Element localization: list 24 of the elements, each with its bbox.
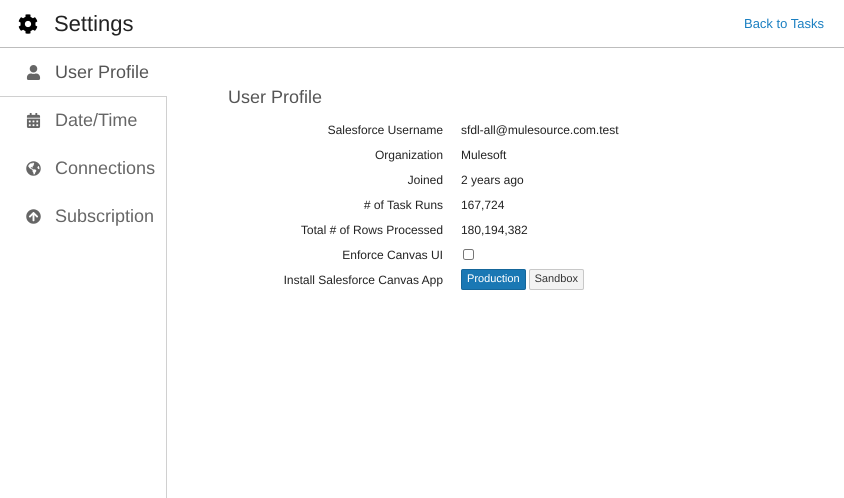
- user-icon: [26, 64, 41, 80]
- sandbox-button[interactable]: Sandbox: [528, 269, 584, 290]
- upload-icon: [26, 208, 41, 224]
- field-label: Organization: [374, 146, 443, 164]
- section-title: User Profile: [228, 86, 324, 109]
- field-value: 167,724: [461, 196, 504, 214]
- field-value: 2 years ago: [461, 172, 524, 188]
- field-value: sfdl-all@mulesource.com.test: [461, 122, 619, 138]
- field-label: Install Salesforce Canvas App: [282, 272, 443, 288]
- field-label: Enforce Canvas UI: [341, 246, 443, 264]
- field-label: Joined: [406, 172, 443, 188]
- calendar-icon: [26, 113, 41, 128]
- field-label: # of Task Runs: [362, 196, 443, 214]
- field-label: Salesforce Username: [326, 122, 443, 138]
- field-value: Mulesoft: [461, 146, 506, 164]
- globe-icon: [26, 160, 41, 176]
- settings-icon: [18, 14, 38, 34]
- back-link[interactable]: Back to Tasks: [744, 14, 824, 34]
- page-title: Settings: [54, 10, 134, 38]
- checkbox[interactable]: [463, 249, 474, 260]
- field-value: 180,194,382: [461, 222, 528, 238]
- production-button[interactable]: Production: [461, 269, 526, 290]
- field-label: Total # of Rows Processed: [300, 222, 443, 238]
- sidebar-tab[interactable]: Date/Time: [0, 96, 167, 144]
